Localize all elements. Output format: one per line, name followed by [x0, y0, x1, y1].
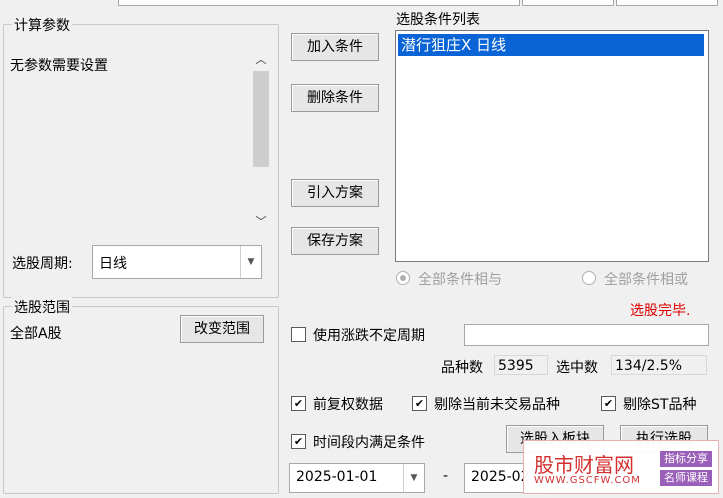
scope-group: 选股范围 全部A股 改变范围 — [3, 297, 279, 494]
condition-item[interactable]: 潜行狙庄X 日线 — [398, 34, 704, 56]
condition-list-title: 选股条件列表 — [396, 12, 480, 28]
import-plan-button[interactable]: 引入方案 — [291, 179, 379, 207]
scope-title: 选股范围 — [12, 297, 72, 317]
count-value-text: 5395 — [498, 358, 534, 374]
change-scope-button[interactable]: 改变范围 — [180, 315, 264, 343]
add-condition-button[interactable]: 加入条件 — [291, 33, 379, 61]
selected-value: 134/2.5% — [611, 355, 707, 375]
period-within-checkbox[interactable]: ✔ — [291, 434, 306, 449]
start-date-chevron-icon[interactable]: ▼ — [403, 464, 424, 492]
watermark: 股市财富网 WWW.GSCFW.COM 指标分享 名师课程 — [523, 440, 719, 494]
forward-adjust-checkbox[interactable]: ✔ — [291, 396, 306, 411]
selected-label: 选中数 — [556, 360, 598, 376]
exclude-st-checkbox[interactable]: ✔ — [601, 396, 616, 411]
period-within-label[interactable]: 时间段内满足条件 — [313, 432, 425, 452]
top-field-right-1[interactable] — [522, 0, 614, 6]
and-radio[interactable] — [396, 271, 410, 285]
status-text: 选股完毕. — [630, 303, 691, 319]
variable-period-checkbox[interactable] — [291, 327, 306, 342]
selected-value-text: 134/2.5% — [615, 358, 683, 374]
forward-adjust-label[interactable]: 前复权数据 — [313, 394, 383, 414]
start-date-picker[interactable]: 2025-01-01 ▼ — [289, 463, 425, 493]
watermark-tag-1: 指标分享 — [660, 451, 712, 467]
chevron-down-icon[interactable]: ▼ — [240, 246, 261, 278]
variable-period-label[interactable]: 使用涨跌不定周期 — [313, 325, 425, 345]
scroll-thumb[interactable] — [253, 71, 269, 167]
calc-params-group: 计算参数 无参数需要设置 ︿ ﹀ 选股周期: 日线 ▼ — [3, 15, 279, 298]
count-value: 5395 — [494, 355, 548, 375]
watermark-tag-2: 名师课程 — [660, 470, 712, 486]
scope-value: 全部A股 — [10, 326, 62, 342]
and-radio-label[interactable]: 全部条件相与 — [418, 269, 502, 289]
calc-params-title: 计算参数 — [12, 15, 72, 35]
params-scrollbar[interactable]: ︿ ﹀ — [250, 45, 272, 237]
or-radio-label[interactable]: 全部条件相或 — [604, 269, 688, 289]
date-separator: - — [443, 468, 449, 484]
period-dropdown[interactable]: 日线 ▼ — [92, 245, 262, 279]
end-date-value: 2025-02 — [471, 469, 530, 485]
exclude-untraded-label[interactable]: 剔除当前未交易品种 — [434, 394, 560, 414]
variable-period-input[interactable] — [464, 324, 709, 346]
exclude-st-label[interactable]: 剔除ST品种 — [623, 394, 696, 414]
watermark-url: WWW.GSCFW.COM — [534, 475, 641, 486]
top-field[interactable] — [118, 0, 520, 6]
scroll-down-icon[interactable]: ﹀ — [250, 213, 272, 229]
start-date-value: 2025-01-01 — [296, 469, 378, 485]
save-plan-button[interactable]: 保存方案 — [291, 227, 379, 255]
condition-list[interactable]: 潜行狙庄X 日线 — [395, 30, 709, 262]
top-field-right-2[interactable] — [616, 0, 718, 6]
or-radio[interactable] — [582, 271, 596, 285]
watermark-site-name: 股市财富网 — [534, 453, 634, 477]
period-label: 选股周期: — [12, 256, 73, 272]
remove-condition-button[interactable]: 删除条件 — [291, 84, 379, 112]
period-value: 日线 — [99, 256, 127, 272]
exclude-untraded-checkbox[interactable]: ✔ — [412, 396, 427, 411]
count-label: 品种数 — [441, 360, 483, 376]
scroll-up-icon[interactable]: ︿ — [250, 51, 272, 67]
no-params-message: 无参数需要设置 — [10, 58, 108, 74]
